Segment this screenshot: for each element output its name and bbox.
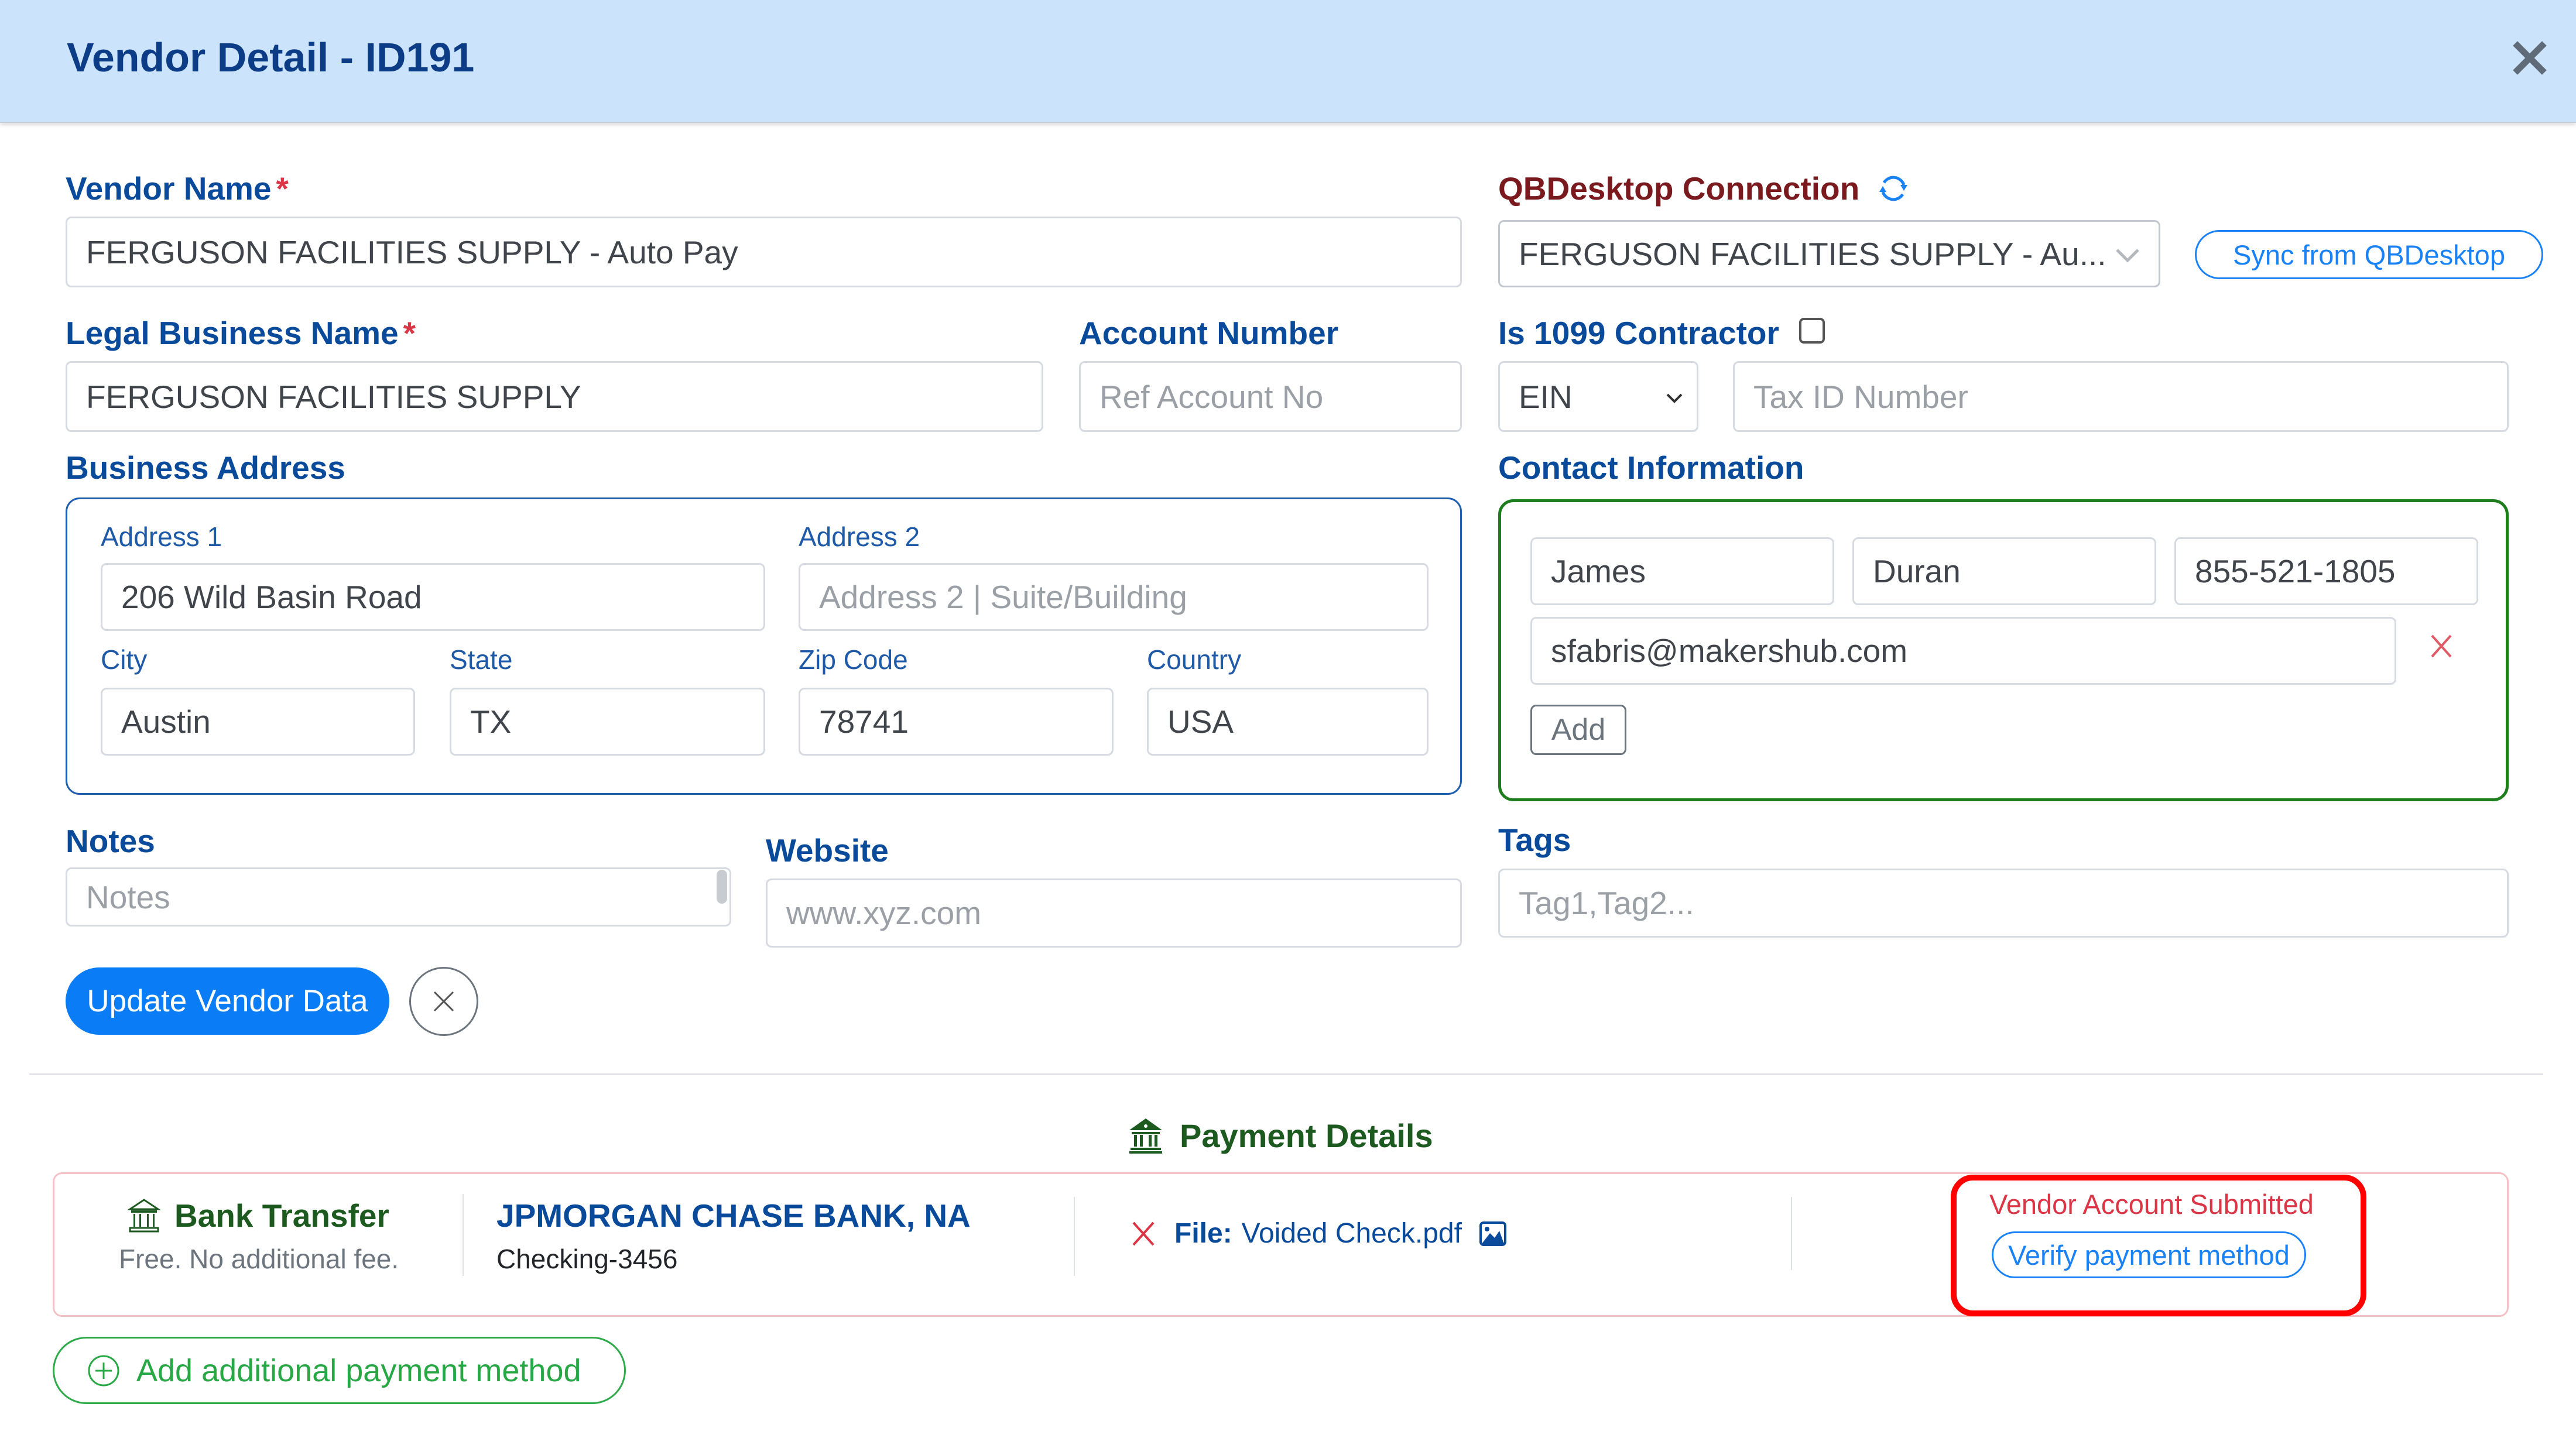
vendor-name-label-text: Vendor Name bbox=[66, 170, 272, 207]
state-input[interactable]: TX bbox=[450, 688, 765, 756]
payment-details-title-text: Payment Details bbox=[1180, 1117, 1433, 1154]
required-mark: * bbox=[276, 170, 289, 207]
cancel-button[interactable] bbox=[409, 967, 478, 1036]
required-mark: * bbox=[403, 315, 416, 351]
file-name-link[interactable]: Voided Check.pdf bbox=[1242, 1217, 1462, 1250]
attached-file: File: Voided Check.pdf bbox=[1130, 1217, 1506, 1250]
verify-payment-method-button[interactable]: Verify payment method bbox=[1992, 1231, 2306, 1278]
city-input[interactable]: Austin bbox=[101, 688, 415, 756]
website-input[interactable]: www.xyz.com bbox=[766, 878, 1462, 948]
card-separator bbox=[463, 1194, 464, 1276]
address1-label: Address 1 bbox=[101, 521, 222, 552]
sync-qbdesktop-button[interactable]: Sync from QBDesktop bbox=[2195, 230, 2543, 279]
remove-email-icon[interactable] bbox=[2428, 633, 2454, 659]
contact-info-label: Contact Information bbox=[1498, 449, 1804, 486]
contractor-1099-checkbox[interactable] bbox=[1799, 318, 1825, 344]
payment-method-type: Bank Transfer bbox=[128, 1197, 389, 1234]
legal-name-input[interactable]: FERGUSON FACILITIES SUPPLY bbox=[66, 361, 1043, 432]
tax-id-input[interactable]: Tax ID Number bbox=[1733, 361, 2509, 432]
country-label: Country bbox=[1147, 644, 1242, 675]
tax-type-selected-value: EIN bbox=[1519, 378, 1573, 415]
update-vendor-button[interactable]: Update Vendor Data bbox=[66, 967, 389, 1035]
contact-phone-input[interactable]: 855-521-1805 bbox=[2174, 537, 2478, 605]
vendor-account-status: Vendor Account Submitted bbox=[1989, 1189, 2314, 1220]
refresh-icon[interactable] bbox=[1877, 172, 1910, 205]
chevron-down-icon bbox=[1666, 393, 1683, 403]
account-number-input[interactable]: Ref Account No bbox=[1079, 361, 1462, 432]
state-label: State bbox=[450, 644, 513, 675]
vendor-name-input[interactable]: FERGUSON FACILITIES SUPPLY - Auto Pay bbox=[66, 217, 1462, 287]
bank-icon bbox=[128, 1199, 160, 1233]
image-icon[interactable] bbox=[1479, 1221, 1506, 1246]
card-separator bbox=[1074, 1197, 1075, 1276]
qbdesktop-label: QBDesktop Connection bbox=[1498, 170, 1910, 207]
contractor-1099-label: Is 1099 Contractor bbox=[1498, 315, 1779, 351]
notes-label: Notes bbox=[66, 823, 155, 859]
account-number-label: Account Number bbox=[1079, 315, 1339, 351]
chevron-down-icon bbox=[2116, 249, 2139, 263]
file-label: File: bbox=[1174, 1218, 1232, 1249]
tax-type-select[interactable]: EIN bbox=[1498, 361, 1698, 432]
zip-label: Zip Code bbox=[799, 644, 908, 675]
address2-label: Address 2 bbox=[799, 521, 920, 552]
modal-header: Vendor Detail - ID191 bbox=[0, 0, 2576, 123]
modal-title: Vendor Detail - ID191 bbox=[67, 35, 475, 80]
tags-label: Tags bbox=[1498, 822, 1571, 858]
bank-icon bbox=[1129, 1118, 1162, 1154]
contact-last-name-input[interactable]: Duran bbox=[1852, 537, 2156, 605]
address1-input[interactable]: 206 Wild Basin Road bbox=[101, 563, 765, 631]
bank-name: JPMORGAN CHASE BANK, NA bbox=[496, 1197, 971, 1234]
remove-file-icon[interactable] bbox=[1130, 1220, 1157, 1247]
country-input[interactable]: USA bbox=[1147, 688, 1429, 756]
address2-input[interactable]: Address 2 | Suite/Building bbox=[799, 563, 1429, 631]
qbdesktop-selected-value: FERGUSON FACILITIES SUPPLY - Au... bbox=[1519, 235, 2106, 272]
zip-input[interactable]: 78741 bbox=[799, 688, 1114, 756]
legal-name-label-text: Legal Business Name bbox=[66, 315, 399, 351]
close-icon[interactable] bbox=[2512, 40, 2548, 76]
add-payment-method-button[interactable]: Add additional payment method bbox=[53, 1337, 626, 1404]
qbdesktop-label-text: QBDesktop Connection bbox=[1498, 170, 1860, 207]
add-contact-button[interactable]: Add bbox=[1530, 705, 1626, 755]
payment-fee-note: Free. No additional fee. bbox=[119, 1244, 399, 1274]
qbdesktop-select[interactable]: FERGUSON FACILITIES SUPPLY - Au... bbox=[1498, 220, 2160, 287]
legal-name-label: Legal Business Name * bbox=[66, 314, 416, 352]
textarea-resize-handle[interactable] bbox=[717, 870, 727, 904]
payment-details-title: Payment Details bbox=[1128, 1112, 1433, 1159]
add-payment-method-label: Add additional payment method bbox=[136, 1353, 581, 1388]
bank-account: Checking-3456 bbox=[496, 1244, 678, 1274]
section-divider bbox=[29, 1073, 2543, 1075]
business-address-label: Business Address bbox=[66, 449, 345, 486]
tags-input[interactable]: Tag1,Tag2... bbox=[1498, 869, 2509, 938]
city-label: City bbox=[101, 644, 148, 675]
contact-email-input[interactable]: sfabris@makershub.com bbox=[1530, 617, 2396, 685]
vendor-name-label: Vendor Name * bbox=[66, 170, 289, 207]
plus-circle-icon bbox=[88, 1355, 119, 1386]
website-label: Website bbox=[766, 832, 889, 869]
contact-first-name-input[interactable]: James bbox=[1530, 537, 1834, 605]
close-icon bbox=[433, 991, 454, 1012]
card-separator bbox=[1791, 1197, 1792, 1270]
notes-textarea[interactable]: Notes bbox=[66, 867, 731, 926]
payment-method-type-text: Bank Transfer bbox=[174, 1197, 389, 1234]
